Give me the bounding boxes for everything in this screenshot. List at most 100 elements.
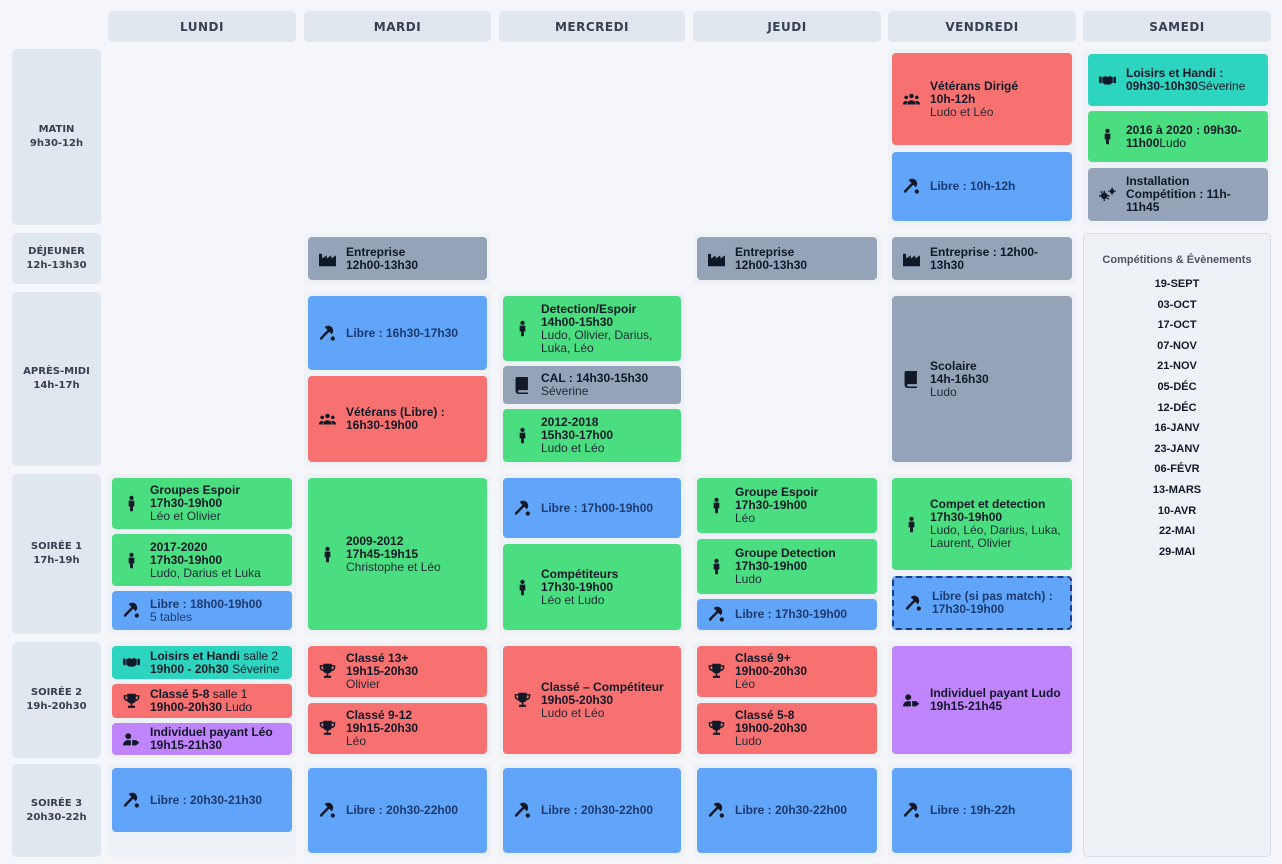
users-icon [902,91,920,108]
child-icon [513,579,531,596]
trophy-icon [122,693,140,710]
event-libre-wed-s3[interactable]: Libre : 20h30-22h00 [503,768,681,853]
event-time: 12h00-13h30 [346,257,419,272]
users-icon [318,411,336,428]
event-people: Séverine [232,661,280,676]
period-apres-midi: APRÈS-MIDI 14h-17h [12,292,101,466]
event-time: 19h00-20h30 [150,700,223,714]
event-libre-tue-am[interactable]: Libre : 16h30-17h30 [308,296,487,370]
event-installation-competition[interactable]: Installation Compétition : 11h-11h45 [1088,168,1268,221]
event-2017-2020[interactable]: 2017-2020 17h30-19h00 Ludo, Darius et Luka [112,534,292,586]
event-libre-tue-s3[interactable]: Libre : 20h30-22h00 [308,768,487,853]
day-label: MERCREDI [554,19,630,34]
day-header-vendredi: VENDREDI [888,11,1076,42]
book-icon [902,370,920,388]
event-libre-thu-s1[interactable]: Libre : 17h30-19h00 [697,599,877,630]
event-classe-5-8-mon[interactable]: Classé 5-8 salle 1 19h00-20h30 Ludo [112,684,292,718]
event-entreprise-fri[interactable]: Entreprise : 12h00-13h30 [892,237,1072,280]
day-header-mercredi: MERCREDI [499,11,685,42]
ping-pong-icon [904,595,922,612]
period-name: SOIRÉE 2 [30,687,83,698]
child-icon [707,558,725,575]
competition-date: 10-AVR [1157,504,1197,517]
period-name: DÉJEUNER [28,245,85,257]
child-icon [122,495,140,512]
event-scolaire[interactable]: Scolaire 14h-16h30 Ludo [892,296,1072,462]
event-cal[interactable]: CAL : 14h30-15h30 Séverine [503,366,681,404]
event-loisirs-handi-sat[interactable]: Loisirs et Handi : 09h30-10h30Séverine [1088,54,1268,106]
child-icon [513,320,531,337]
ping-pong-icon [902,178,920,195]
factory-icon [707,250,725,267]
day-label: LUNDI [180,19,224,34]
event-groupe-espoir[interactable]: Groupe Espoir 17h30-19h00 Léo [697,478,877,533]
user-tag-icon [122,731,140,748]
competition-date: 13-MARS [1152,483,1202,496]
child-icon [122,552,140,569]
event-entreprise-thu[interactable]: Entreprise 12h00-13h30 [697,237,877,280]
event-classe-9[interactable]: Classé 9+ 19h00-20h30 Léo [697,646,877,697]
competition-date: 21-NOV [1157,360,1197,373]
event-people: Ludo [735,734,762,748]
period-time: 9h30-12h [29,138,84,149]
event-groupe-detection[interactable]: Groupe Detection 17h30-19h00 Ludo [697,539,877,594]
event-time: 16h30-19h00 [346,418,419,432]
event-libre-mon-s1[interactable]: Libre : 18h00-19h00 5 tables [112,591,292,630]
event-classe-9-12[interactable]: Classé 9-12 19h15-20h30 Léo [308,703,487,754]
event-title: Libre : 17h30-19h00 [735,607,848,621]
event-people: Olivier [346,677,381,691]
event-people: Ludo [225,700,253,714]
user-tag-icon [902,692,920,709]
event-loisirs-handi-mon[interactable]: Loisirs et Handi salle 2 19h00 - 20h30 Sé… [112,646,292,679]
event-title: Compétiteurs [541,566,619,581]
event-time: 19h05-20h30 [541,692,614,707]
event-libre-wed-s1[interactable]: Libre : 17h00-19h00 [503,478,681,538]
event-individuel-leo[interactable]: Individuel payant Léo 19h15-21h30 [112,723,292,755]
period-time: 14h-17h [33,380,80,391]
event-people: Léo [346,734,367,748]
event-title: Scolaire [930,358,977,373]
event-title: Libre : 20h30-22h00 [541,803,654,817]
event-compet-detection[interactable]: Compet et detection 17h30-19h00 Ludo, Léo,… [892,478,1072,570]
event-2012-2018[interactable]: 2012-2018 15h30-17h00 Ludo et Léo [503,409,681,462]
event-classe-5-8-thu[interactable]: Classé 5-8 19h00-20h30 Ludo [697,703,877,754]
competitions-date-list: 19-SEPT 03-OCT 17-OCT 07-NOV 21-NOV 05-DÉC 12-… [1084,274,1270,562]
event-groupes-espoir[interactable]: Groupes Espoir 17h30-19h00 Léo et Olivier [112,478,292,529]
event-libre-fri-s3[interactable]: Libre : 19h-22h [892,768,1072,853]
event-people: Christophe et Léo [346,559,441,574]
ping-pong-icon [707,802,725,819]
event-time: 17h45-19h15 [346,546,419,561]
event-title: Loisirs et Handi [150,648,241,663]
event-2009-2012[interactable]: 2009-2012 17h45-19h15 Christophe et Léo [308,478,487,630]
event-veterans-libre[interactable]: Vétérans (Libre) :16h30-19h00 [308,376,487,462]
event-time: 19h15-21h45 [930,699,1003,713]
event-detection-espoir[interactable]: Detection/Espoir 14h00-15h30 Ludo, Olivier… [503,296,681,361]
competition-date: 22-MAI [1158,525,1196,538]
event-libre-thu-s3[interactable]: Libre : 20h30-22h00 [697,768,877,853]
event-libre-si-pas-match[interactable]: Libre (si pas match) :17h30-19h00 [892,576,1072,630]
day-label: JEUDI [767,19,807,34]
handshake-icon [1098,72,1116,89]
event-people: Léo et Olivier [150,509,221,523]
event-title: Libre : 17h00-19h00 [541,500,654,515]
ping-pong-icon [318,802,336,819]
event-libre-mon-s3[interactable]: Libre : 20h30-21h30 [112,768,292,832]
period-name: MATIN [38,124,75,135]
day-header-lundi: LUNDI [108,11,296,42]
competitions-title: Compétitions & Évènements [1102,254,1252,266]
event-libre-fri-matin[interactable]: Libre : 10h-12h [892,152,1072,221]
event-entreprise-tue[interactable]: Entreprise 12h00-13h30 [308,237,487,280]
event-individuel-ludo[interactable]: Individuel payant Ludo 19h15-21h45 [892,646,1072,754]
event-title: Libre : 20h30-22h00 [346,803,459,817]
event-classe-13[interactable]: Classé 13+ 19h15-20h30 Olivier [308,646,487,697]
gears-icon [1098,186,1116,203]
event-veterans-dirige[interactable]: Vétérans Dirigé 10h-12h Ludo et Léo [892,53,1072,145]
day-label: SAMEDI [1149,19,1205,34]
event-classe-competiteur[interactable]: Classé – Compétiteur 19h05-20h30 Ludo et L… [503,646,681,754]
event-2016-2020[interactable]: 2016 à 2020 : 09h30-11h00Ludo [1088,111,1268,162]
event-people: Séverine [541,384,589,398]
period-time: 20h30-22h [26,811,87,823]
day-header-jeudi: JEUDI [693,11,881,42]
event-people: Séverine [1198,79,1246,93]
event-competiteurs[interactable]: Compétiteurs 17h30-19h00 Léo et Ludo [503,544,681,630]
